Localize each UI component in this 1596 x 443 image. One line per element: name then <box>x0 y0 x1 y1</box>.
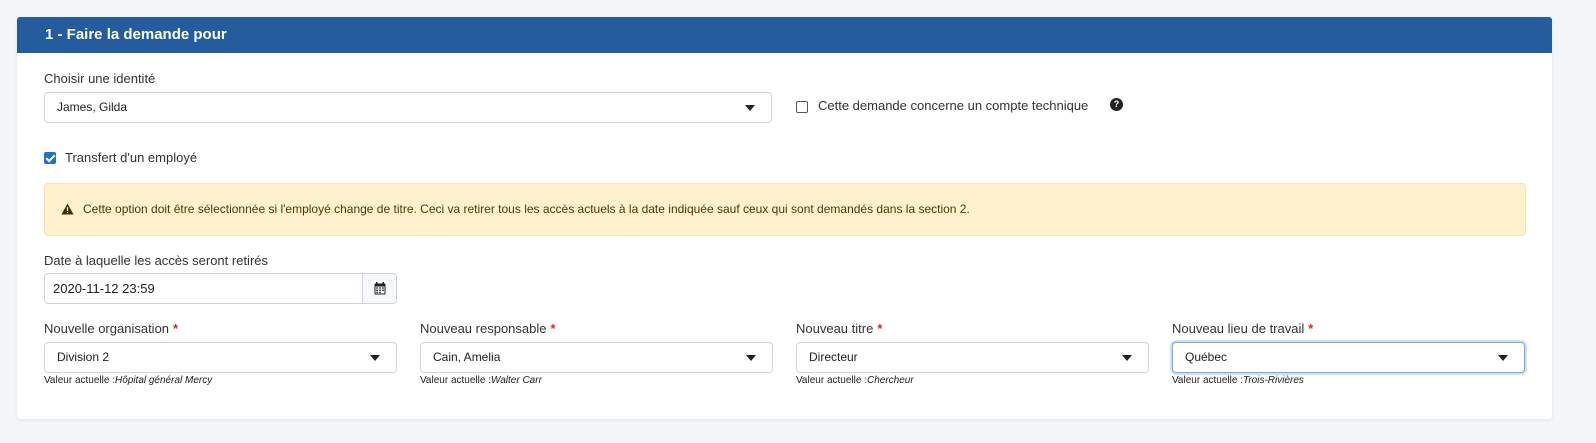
required-marker: * <box>550 321 556 336</box>
chevron-down-icon <box>1498 355 1508 361</box>
required-marker: * <box>1308 321 1314 336</box>
current-value: Walter Carr <box>490 375 542 386</box>
current-prefix: Valeur actuelle : <box>44 375 115 386</box>
current-value: Hôpital général Mercy <box>114 375 213 386</box>
removal-date-label: Date à laquelle les accès seront retirés <box>44 253 269 268</box>
workplace-value: Québec <box>1185 350 1228 364</box>
manager-value: Cain, Amelia <box>433 350 501 364</box>
calendar-icon <box>374 282 386 295</box>
technical-account-label: Cette demande concerne un compte techniq… <box>818 98 1089 113</box>
chevron-down-icon <box>745 105 755 111</box>
current-value: Chercheur <box>866 375 914 386</box>
manager-select[interactable]: Cain, Amelia <box>420 342 773 373</box>
manager-label: Nouveau responsable * <box>420 321 556 336</box>
removal-date-input[interactable]: 2020-11-12 23:59 <box>44 273 397 304</box>
current-value: Trois-Rivières <box>1242 375 1304 386</box>
workplace-current: Valeur actuelle :Trois-Rivières <box>1172 375 1304 386</box>
chevron-down-icon <box>370 355 380 361</box>
alert-text: Cette option doit être sélectionnée si l… <box>83 202 970 216</box>
organisation-label: Nouvelle organisation * <box>44 321 178 336</box>
workplace-label-text: Nouveau lieu de travail <box>1172 321 1305 336</box>
help-icon[interactable]: ? <box>1110 98 1123 111</box>
title-current: Valeur actuelle :Chercheur <box>796 375 914 386</box>
workplace-select[interactable]: Québec <box>1172 342 1525 373</box>
technical-account-checkbox[interactable] <box>796 101 808 113</box>
title-label: Nouveau titre * <box>796 321 882 336</box>
chevron-down-icon <box>1122 355 1132 361</box>
title-value: Directeur <box>809 350 858 364</box>
required-marker: * <box>173 321 179 336</box>
removal-date-value: 2020-11-12 23:59 <box>53 281 155 296</box>
manager-current: Valeur actuelle :Walter Carr <box>420 375 542 386</box>
identity-value: James, Gilda <box>57 100 128 114</box>
section-header: 1 - Faire la demande pour <box>17 17 1552 53</box>
transfer-label: Transfert d'un employé <box>65 150 198 165</box>
workplace-label: Nouveau lieu de travail * <box>1172 321 1313 336</box>
current-prefix: Valeur actuelle : <box>420 375 491 386</box>
calendar-button[interactable] <box>362 274 396 303</box>
title-label-text: Nouveau titre <box>796 321 874 336</box>
required-marker: * <box>877 321 883 336</box>
warning-alert: Cette option doit être sélectionnée si l… <box>44 183 1526 236</box>
request-card: 1 - Faire la demande pour Choisir une id… <box>17 17 1552 419</box>
identity-select[interactable]: James, Gilda <box>44 92 772 123</box>
transfer-checkbox[interactable] <box>44 152 56 164</box>
warning-icon <box>61 203 74 215</box>
organisation-select[interactable]: Division 2 <box>44 342 397 373</box>
organisation-label-text: Nouvelle organisation <box>44 321 170 336</box>
title-select[interactable]: Directeur <box>796 342 1149 373</box>
current-prefix: Valeur actuelle : <box>1172 375 1243 386</box>
current-prefix: Valeur actuelle : <box>796 375 867 386</box>
identity-label: Choisir une identité <box>44 71 156 86</box>
manager-label-text: Nouveau responsable <box>420 321 547 336</box>
organisation-current: Valeur actuelle :Hôpital général Mercy <box>44 375 212 386</box>
chevron-down-icon <box>746 355 756 361</box>
organisation-value: Division 2 <box>57 350 110 364</box>
